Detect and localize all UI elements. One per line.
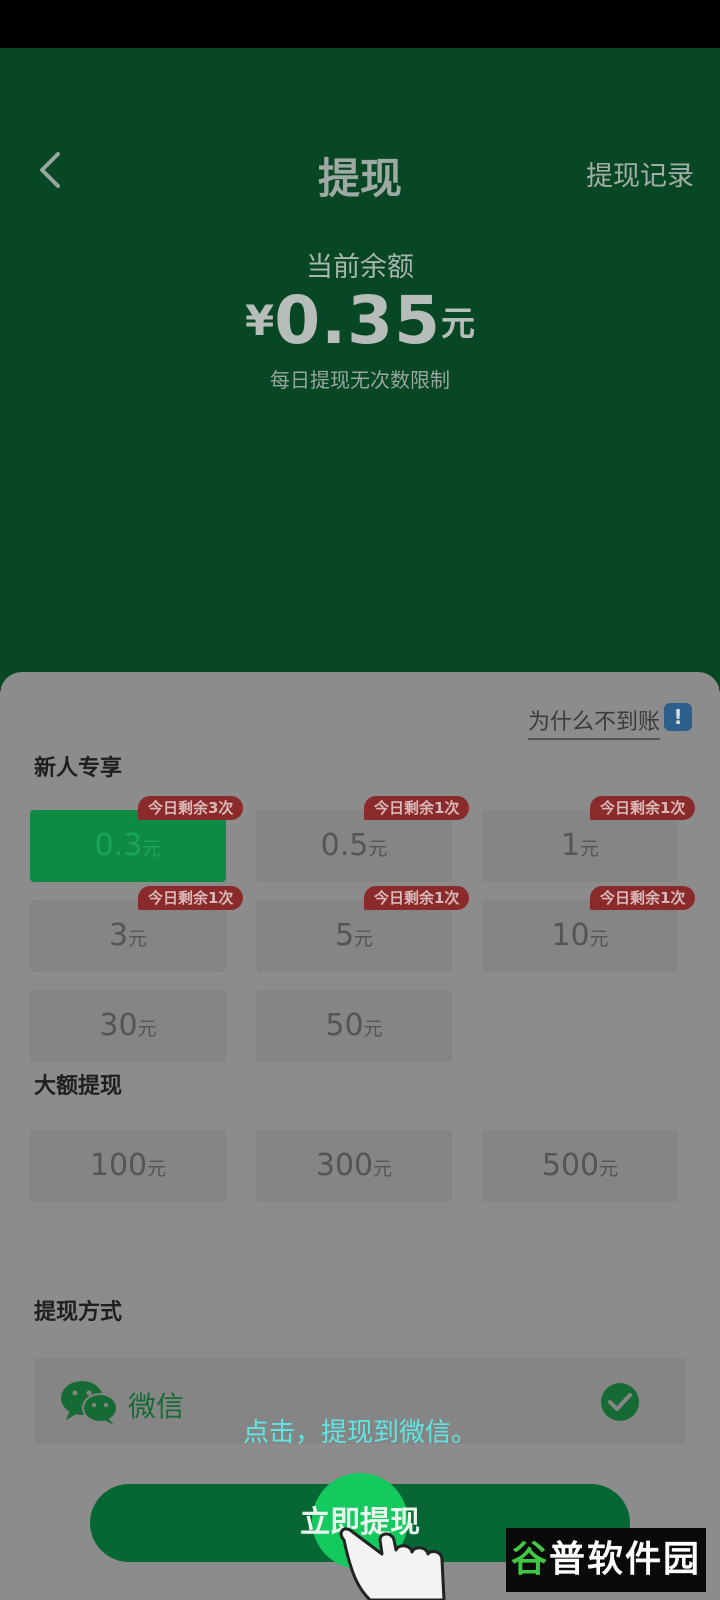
option-unit: 元 bbox=[589, 928, 609, 950]
tutorial-hint: 点击，提现到微信。 bbox=[242, 1418, 477, 1448]
balance-unit: 元 bbox=[441, 304, 476, 344]
newcomer-option-1[interactable]: 1元 bbox=[482, 810, 678, 882]
option-value: 5 bbox=[334, 918, 355, 953]
large-option-100[interactable]: 100元 bbox=[30, 1130, 226, 1202]
balance-label: 当前余额 bbox=[306, 252, 414, 283]
status-bar bbox=[0, 0, 720, 48]
newcomer-option-10[interactable]: 10元 bbox=[482, 900, 678, 972]
large-option-500[interactable]: 500元 bbox=[482, 1130, 678, 1202]
balance-amount: ¥0.35元 bbox=[0, 282, 720, 359]
watermark: 谷普软件园 bbox=[506, 1528, 706, 1592]
option-unit: 元 bbox=[373, 1158, 393, 1180]
remaining-badge: 今日剩余1次 bbox=[590, 886, 696, 910]
option-unit: 元 bbox=[580, 838, 600, 860]
option-unit: 元 bbox=[363, 1018, 383, 1040]
option-value: 500 bbox=[541, 1148, 600, 1183]
option-value: 3 bbox=[108, 918, 129, 953]
option-value: 50 bbox=[325, 1008, 364, 1043]
why-not-arrived-link[interactable]: 为什么不到账 bbox=[527, 704, 660, 740]
option-value: 1 bbox=[560, 828, 581, 863]
info-icon[interactable]: ! bbox=[664, 703, 692, 731]
newcomer-option-3[interactable]: 3元 bbox=[30, 900, 226, 972]
remaining-badge: 今日剩余1次 bbox=[590, 796, 696, 820]
newcomer-option-0.5[interactable]: 0.5元 bbox=[256, 810, 452, 882]
daily-limit-note: 每日提现无次数限制 bbox=[270, 368, 450, 392]
option-value: 10 bbox=[551, 918, 590, 953]
hand-pointer-icon bbox=[339, 1527, 446, 1600]
option-unit: 元 bbox=[368, 838, 388, 860]
remaining-badge: 今日剩余1次 bbox=[364, 886, 470, 910]
option-unit: 元 bbox=[128, 928, 148, 950]
option-value: 30 bbox=[99, 1008, 138, 1043]
option-value: 0.5 bbox=[320, 828, 369, 863]
remaining-badge: 今日剩余1次 bbox=[364, 796, 470, 820]
remaining-badge: 今日剩余3次 bbox=[138, 796, 244, 820]
balance-value: 0.35 bbox=[274, 282, 442, 359]
section-large: 大额提现 bbox=[34, 1074, 123, 1099]
newcomer-option-5[interactable]: 5元 bbox=[256, 900, 452, 972]
option-unit: 元 bbox=[147, 1158, 167, 1180]
newcomer-option-30[interactable]: 30元 bbox=[30, 990, 226, 1062]
option-unit: 元 bbox=[599, 1158, 619, 1180]
option-value: 0.3 bbox=[94, 828, 143, 863]
withdraw-records-link[interactable]: 提现记录 bbox=[586, 154, 694, 193]
option-unit: 元 bbox=[354, 928, 374, 950]
section-newcomer: 新人专享 bbox=[34, 756, 123, 781]
newcomer-option-50[interactable]: 50元 bbox=[256, 990, 452, 1062]
option-unit: 元 bbox=[142, 838, 162, 860]
option-value: 300 bbox=[315, 1148, 374, 1183]
option-unit: 元 bbox=[137, 1018, 157, 1040]
currency-symbol: ¥ bbox=[244, 296, 275, 345]
option-value: 100 bbox=[89, 1148, 148, 1183]
large-option-300[interactable]: 300元 bbox=[256, 1130, 452, 1202]
section-method: 提现方式 bbox=[34, 1300, 123, 1325]
newcomer-option-0.3[interactable]: 0.3元 bbox=[30, 810, 226, 882]
remaining-badge: 今日剩余1次 bbox=[138, 886, 244, 910]
